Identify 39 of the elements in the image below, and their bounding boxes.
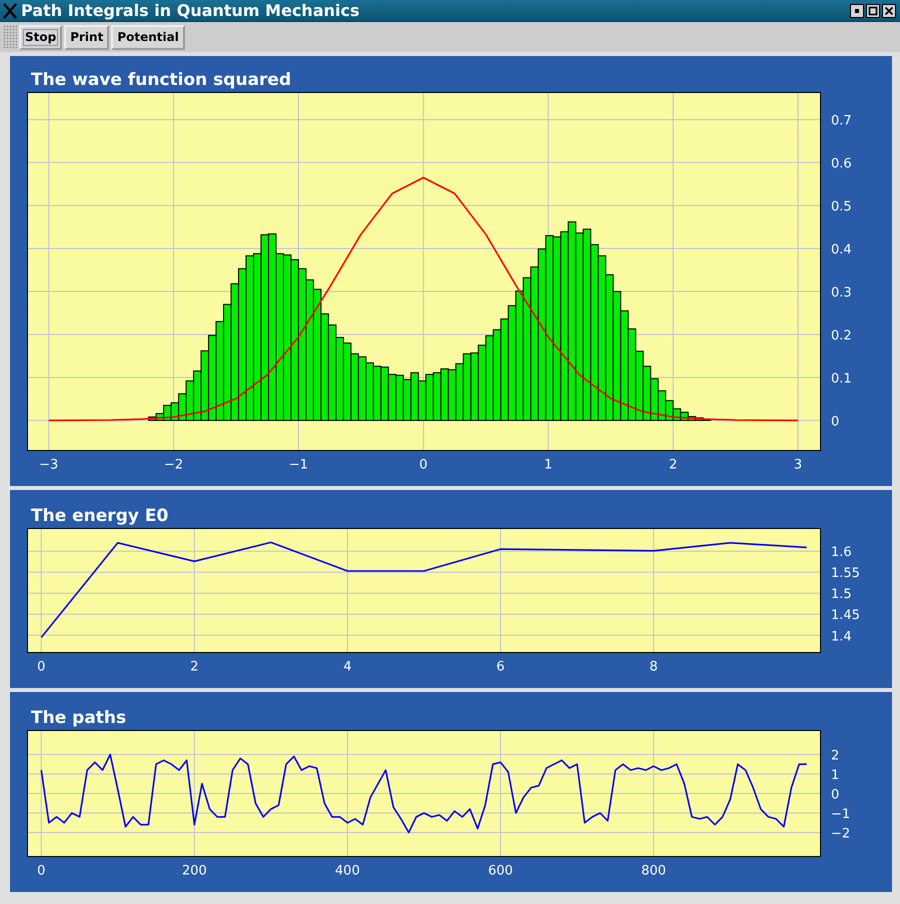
axis-tick-label: 6 bbox=[496, 660, 505, 674]
axis-tick-label: 1.55 bbox=[831, 566, 860, 582]
axis-tick-label: 600 bbox=[488, 864, 513, 878]
axis-tick-label: −1 bbox=[831, 807, 850, 822]
axis-tick-label: 0 bbox=[37, 864, 46, 878]
axis-tick-label: 0.2 bbox=[831, 328, 852, 344]
axis-tick-label: −3 bbox=[39, 458, 58, 472]
axis-tick-label: −2 bbox=[164, 458, 184, 472]
axis-tick-label: 0.3 bbox=[831, 285, 852, 300]
axis-tick-label: 0 bbox=[419, 458, 428, 472]
axis-tick-label: 0 bbox=[37, 660, 46, 674]
chart-title: The energy E0 bbox=[30, 505, 168, 528]
axis-tick-label: 0 bbox=[831, 788, 840, 802]
axis-tick-label: 4 bbox=[343, 660, 352, 674]
chart-title: The paths bbox=[30, 707, 126, 730]
axis-tick-label: 0.4 bbox=[831, 242, 852, 258]
axis-tick-label: −1 bbox=[288, 458, 308, 472]
axis-tick-label: 200 bbox=[182, 864, 207, 878]
axis-tick-label: 2 bbox=[190, 660, 198, 674]
axis-tick-label: 1.4 bbox=[831, 629, 852, 644]
axis-tick-label: 1 bbox=[831, 768, 840, 783]
axis-tick-label: 400 bbox=[335, 864, 360, 878]
axis-tick-label: 2 bbox=[669, 458, 678, 472]
axis-tick-label: 0.5 bbox=[831, 200, 852, 215]
axis-tick-label: 0.6 bbox=[831, 156, 852, 172]
axis-tick-label: 8 bbox=[650, 660, 658, 674]
axis-tick-label: 1.45 bbox=[831, 608, 860, 624]
axis-tick-label: 1 bbox=[544, 458, 552, 472]
axis-tick-label: 0.1 bbox=[831, 371, 852, 386]
axis-tick-label: 2 bbox=[831, 748, 840, 764]
axis-tick-label: 3 bbox=[794, 458, 802, 472]
axis-tick-label: 0 bbox=[831, 414, 840, 430]
axis-tick-label: 800 bbox=[641, 864, 666, 878]
chart-title: The wave function squared bbox=[30, 69, 292, 92]
window-title: Path Integrals in Quantum Mechanics bbox=[21, 1, 360, 20]
axis-tick-label: 0.7 bbox=[831, 114, 852, 129]
axis-tick-label: −2 bbox=[831, 826, 850, 842]
axis-tick-label: 1.6 bbox=[831, 545, 852, 560]
axis-tick-label: 1.5 bbox=[831, 587, 852, 602]
